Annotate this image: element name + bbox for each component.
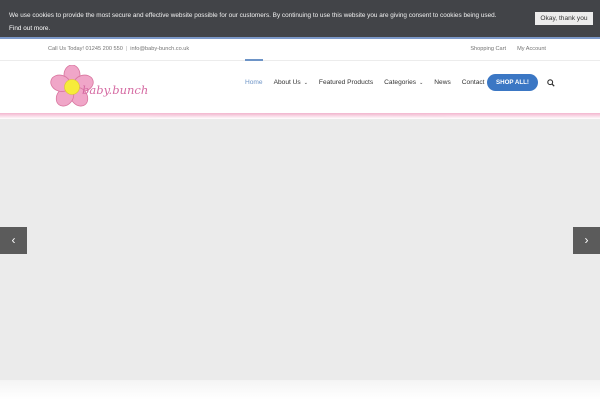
account-links: Shopping Cart My Account [459, 46, 546, 52]
shop-all-button[interactable]: SHOP ALL! [487, 74, 538, 91]
chevron-right-icon: › [584, 233, 589, 247]
nav-contact-label: Contact [461, 79, 485, 86]
nav-item-news[interactable]: News [434, 61, 451, 105]
my-account-link[interactable]: My Account [517, 46, 546, 52]
slider-next-button[interactable]: › [573, 227, 600, 254]
cookie-bar: We use cookies to provide the most secur… [0, 0, 600, 37]
cookie-message-text: We use cookies to provide the most secur… [9, 12, 497, 19]
cookie-message: We use cookies to provide the most secur… [9, 9, 529, 35]
nav-featured-products-label: Featured Products [318, 79, 374, 86]
logo-text: baby.bunch [82, 83, 149, 97]
shopping-cart-link[interactable]: Shopping Cart [470, 46, 506, 52]
nav-item-featured-products[interactable]: Featured Products [319, 61, 373, 105]
email-link[interactable]: info@baby-bunch.co.uk [130, 46, 189, 52]
site-logo[interactable]: baby.bunch [48, 64, 160, 109]
nav-news-label: News [434, 79, 451, 86]
chevron-left-icon: ‹ [11, 233, 16, 247]
phone-text: Call Us Today! 01245 200 550 [48, 46, 123, 52]
chevron-down-icon: ⌄ [419, 80, 424, 86]
site-header: baby.bunch Home About Us ⌄ Featured Produ… [0, 59, 600, 114]
hero-slider: ‹ › [0, 119, 600, 380]
contact-separator: | [125, 46, 128, 52]
nav-about-us-label: About Us [273, 79, 301, 86]
nav-home-label: Home [245, 79, 263, 86]
nav-categories-label: Categories [384, 79, 417, 86]
find-out-more-link[interactable]: Find out more. [9, 22, 529, 35]
main-navigation: Home About Us ⌄ Featured Products Categor… [245, 59, 555, 105]
contact-info: Call Us Today! 01245 200 550 | info@baby-b… [48, 46, 189, 52]
nav-item-contact[interactable]: Contact [462, 61, 485, 105]
accept-cookies-button[interactable]: Okay, thank you [535, 12, 593, 25]
slider-prev-button[interactable]: ‹ [0, 227, 27, 254]
search-icon[interactable] [547, 79, 555, 87]
nav-item-about-us[interactable]: About Us ⌄ [274, 61, 308, 105]
nav-item-categories[interactable]: Categories ⌄ [384, 61, 423, 105]
chevron-down-icon: ⌄ [303, 80, 308, 86]
nav-item-home[interactable]: Home [245, 59, 263, 105]
top-bar: Call Us Today! 01245 200 550 | info@baby-b… [0, 37, 600, 61]
slider-bottom-shadow [0, 380, 600, 400]
